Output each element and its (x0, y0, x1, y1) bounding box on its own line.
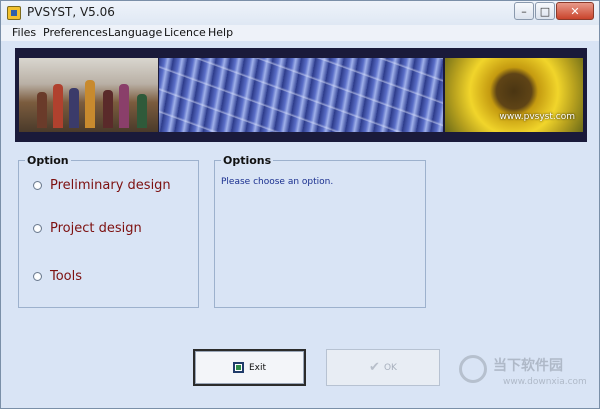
checkmark-icon: ✔ (369, 360, 380, 375)
menu-language[interactable]: Language (108, 26, 162, 39)
menu-bar: Files Preferences Language Licence Help (1, 25, 599, 41)
options-panel-legend: Options (221, 154, 274, 167)
close-icon: ✕ (570, 4, 580, 18)
menu-help[interactable]: Help (208, 26, 233, 39)
minimize-icon: – (521, 4, 527, 18)
maximize-icon: □ (539, 4, 551, 18)
minimize-button[interactable]: – (514, 2, 534, 20)
solar-panels-photo (159, 58, 443, 132)
app-icon (7, 6, 21, 20)
window-title: PVSYST, V5.06 (27, 5, 115, 19)
maximize-button[interactable]: □ (535, 2, 555, 20)
radio-circle-icon[interactable] (33, 224, 42, 233)
exit-icon (232, 362, 244, 373)
radio-circle-icon[interactable] (33, 181, 42, 190)
people-photo (19, 58, 158, 132)
close-button[interactable]: ✕ (556, 2, 594, 20)
watermark-name: 当下软件园 (493, 358, 563, 374)
radio-label[interactable]: Preliminary design (50, 178, 171, 193)
radio-project-design[interactable]: Project design (33, 221, 142, 236)
watermark-logo-icon (459, 355, 487, 383)
radio-label[interactable]: Project design (50, 221, 142, 236)
radio-label[interactable]: Tools (50, 269, 82, 284)
exit-button[interactable]: Exit (193, 349, 306, 386)
header-banner: www.pvsyst.com (15, 48, 587, 142)
pvsyst-window: PVSYST, V5.06 – □ ✕ Files Preferences La… (0, 0, 600, 409)
ok-button-label: OK (383, 362, 397, 373)
title-bar[interactable]: PVSYST, V5.06 – □ ✕ (1, 1, 599, 25)
menu-licence[interactable]: Licence (164, 26, 206, 39)
exit-button-label[interactable]: Exit (249, 363, 266, 373)
options-panel: Options Please choose an option. (214, 154, 426, 308)
radio-circle-icon[interactable] (33, 272, 42, 281)
sunflower-photo: www.pvsyst.com (445, 58, 583, 132)
watermark: 当下软件园 www.downxia.com (459, 353, 589, 395)
option-group-legend: Option (25, 154, 71, 167)
ok-button: ✔ OK (326, 349, 440, 386)
option-group: Option Preliminary design Project design… (18, 154, 199, 308)
watermark-url: www.downxia.com (503, 377, 587, 387)
menu-files[interactable]: Files (12, 26, 36, 39)
radio-tools[interactable]: Tools (33, 269, 82, 284)
options-message: Please choose an option. (221, 177, 334, 187)
menu-preferences[interactable]: Preferences (43, 26, 108, 39)
radio-preliminary-design[interactable]: Preliminary design (33, 178, 171, 193)
banner-website: www.pvsyst.com (499, 112, 575, 122)
